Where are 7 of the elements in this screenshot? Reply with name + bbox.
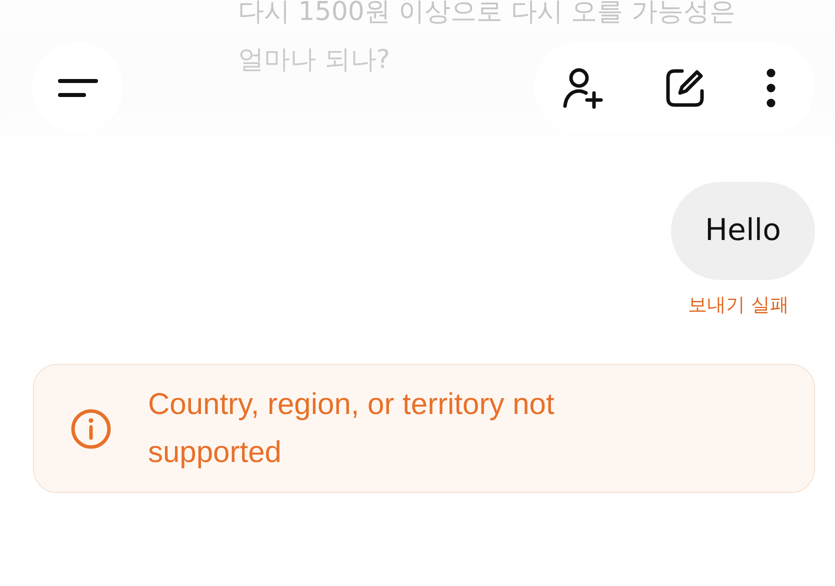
- add-person-icon[interactable]: [562, 66, 604, 108]
- send-failed-label: 보내기 실패: [688, 293, 789, 318]
- notice-text: Country, region, or territory not supported: [148, 386, 556, 470]
- more-options-icon[interactable]: [765, 66, 777, 108]
- message-bubble: Hello: [670, 182, 815, 280]
- info-icon: [70, 408, 112, 450]
- edit-icon[interactable]: [664, 66, 706, 108]
